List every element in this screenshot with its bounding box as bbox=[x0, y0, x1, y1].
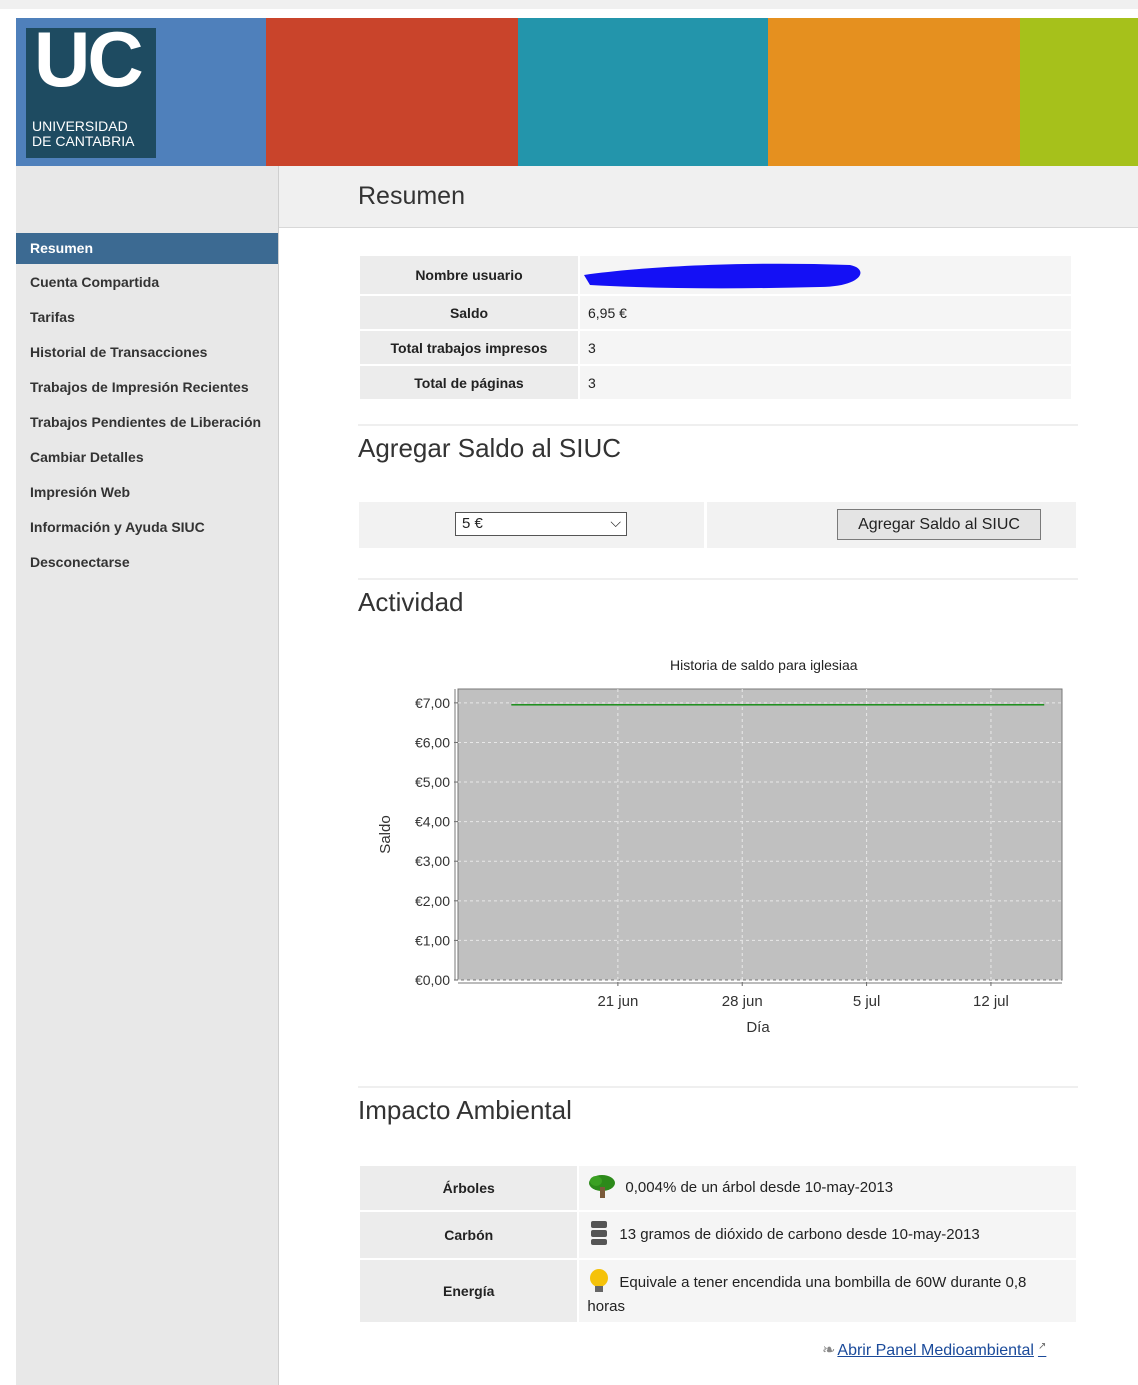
x-tick-label: 28 jun bbox=[722, 993, 763, 1010]
carbon-icon bbox=[587, 1220, 611, 1250]
add-balance-heading: Agregar Saldo al SIUC bbox=[358, 433, 622, 463]
open-environment-panel-label: Abrir Panel Medioambiental bbox=[837, 1342, 1034, 1359]
table-row: Nombre usuario bbox=[360, 256, 1071, 294]
table-row: Energía Equivale a tener encendida una b… bbox=[360, 1260, 1076, 1322]
table-row: Árboles 0,004% de un árbol desde 10-may-… bbox=[360, 1166, 1076, 1210]
username-value bbox=[580, 256, 1071, 294]
y-tick-label: €4,00 bbox=[415, 814, 450, 830]
energy-value-cell: Equivale a tener encendida una bombilla … bbox=[579, 1260, 1076, 1322]
banner-red bbox=[266, 18, 518, 166]
energy-label: Energía bbox=[360, 1260, 578, 1322]
environment-heading: Impacto Ambiental bbox=[358, 1095, 572, 1125]
amount-select-value: 5 € bbox=[462, 515, 483, 532]
nav-trabajos-recientes[interactable]: Trabajos de Impresión Recientes bbox=[16, 371, 278, 404]
environment-table: Árboles 0,004% de un árbol desde 10-may-… bbox=[358, 1164, 1078, 1324]
top-strip bbox=[0, 0, 1138, 9]
logo-line-1: UNIVERSIDAD bbox=[32, 118, 128, 134]
balance-chart-svg: Historia de saldo para iglesiaa €0,00 €1,0… bbox=[377, 657, 1063, 1036]
sidebar: Resumen Cuenta Compartida Tarifas Histor… bbox=[16, 166, 279, 1385]
page-title: Resumen bbox=[358, 182, 465, 210]
nav-tarifas[interactable]: Tarifas bbox=[16, 301, 278, 334]
add-balance-row: 5 € ⌵ Agregar Saldo al SIUC bbox=[359, 502, 1076, 548]
chart-title: Historia de saldo para iglesiaa bbox=[670, 657, 858, 673]
nav-cambiar-detalles[interactable]: Cambiar Detalles bbox=[16, 441, 278, 474]
balance-value: 6,95 € bbox=[580, 296, 1071, 329]
header-banner: UC UNIVERSIDAD DE CANTABRIA bbox=[16, 15, 1138, 166]
external-link-icon: ↗ bbox=[1037, 1340, 1047, 1352]
university-logo[interactable]: UC UNIVERSIDAD DE CANTABRIA bbox=[26, 15, 156, 158]
redacted-scribble bbox=[584, 263, 861, 289]
banner-teal bbox=[518, 18, 768, 166]
x-tick-label: 21 jun bbox=[597, 993, 638, 1010]
nav-resumen[interactable]: Resumen bbox=[16, 233, 278, 264]
logo-line-2: DE CANTABRIA bbox=[32, 133, 135, 149]
balance-chart: Historia de saldo para iglesiaa €0,00 €1,0… bbox=[358, 652, 1078, 1042]
summary-table: Nombre usuario Saldo 6,95 € Total trabaj… bbox=[358, 254, 1073, 401]
x-tick-label: 5 jul bbox=[853, 993, 881, 1010]
y-tick-label: €2,00 bbox=[415, 893, 450, 909]
trees-label: Árboles bbox=[360, 1166, 578, 1210]
energy-value: Equivale a tener encendida una bombilla … bbox=[587, 1273, 1027, 1315]
total-pages-label: Total de páginas bbox=[360, 366, 578, 399]
open-environment-panel-link[interactable]: ❧ Abrir Panel Medioambiental ↗ bbox=[822, 1340, 1046, 1360]
plot-area bbox=[457, 688, 1063, 981]
tree-icon bbox=[587, 1173, 617, 1203]
nav-informacion-ayuda[interactable]: Información y Ayuda SIUC bbox=[16, 511, 278, 544]
leaf-icon: ❧ bbox=[822, 1342, 836, 1359]
carbon-label: Carbón bbox=[360, 1212, 578, 1258]
trees-value: 0,004% de un árbol desde 10-may-2013 bbox=[625, 1178, 894, 1196]
total-jobs-value: 3 bbox=[580, 331, 1071, 364]
divider bbox=[358, 424, 1078, 426]
table-row: Total trabajos impresos 3 bbox=[360, 331, 1071, 364]
y-tick-label: €7,00 bbox=[415, 695, 450, 711]
carbon-value-cell: 13 gramos de dióxido de carbono desde 10… bbox=[579, 1212, 1076, 1258]
title-bar: Resumen bbox=[279, 166, 1138, 228]
button-cell: Agregar Saldo al SIUC bbox=[707, 502, 1076, 548]
bulb-icon bbox=[587, 1268, 611, 1298]
y-tick-label: €5,00 bbox=[415, 774, 450, 790]
add-balance-button[interactable]: Agregar Saldo al SIUC bbox=[837, 509, 1041, 540]
logo-text: UNIVERSIDAD DE CANTABRIA bbox=[32, 119, 134, 149]
nav-trabajos-pendientes[interactable]: Trabajos Pendientes de Liberación bbox=[16, 406, 278, 439]
activity-heading: Actividad bbox=[358, 587, 464, 617]
chevron-down-icon: ⌵ bbox=[610, 514, 621, 530]
table-row: Carbón 13 gramos de dióxido de carbono d… bbox=[360, 1212, 1076, 1258]
y-axis-label: Saldo bbox=[377, 815, 394, 853]
banner-logo-block: UC UNIVERSIDAD DE CANTABRIA bbox=[16, 15, 266, 166]
y-tick-label: €1,00 bbox=[415, 932, 450, 948]
y-tick-label: €6,00 bbox=[415, 734, 450, 750]
y-tick-label: €0,00 bbox=[415, 972, 450, 988]
nav-historial-transacciones[interactable]: Historial de Transacciones bbox=[16, 336, 278, 369]
divider bbox=[358, 578, 1078, 580]
username-label: Nombre usuario bbox=[360, 256, 578, 294]
total-jobs-label: Total trabajos impresos bbox=[360, 331, 578, 364]
carbon-value: 13 gramos de dióxido de carbono desde 10… bbox=[619, 1225, 980, 1243]
logo-mark: UC bbox=[34, 15, 144, 103]
total-pages-value: 3 bbox=[580, 366, 1071, 399]
table-row: Total de páginas 3 bbox=[360, 366, 1071, 399]
amount-select[interactable]: 5 € ⌵ bbox=[455, 512, 627, 536]
nav-desconectarse[interactable]: Desconectarse bbox=[16, 546, 278, 579]
nav-impresion-web[interactable]: Impresión Web bbox=[16, 476, 278, 509]
table-row: Saldo 6,95 € bbox=[360, 296, 1071, 329]
sidebar-nav: Resumen Cuenta Compartida Tarifas Histor… bbox=[16, 233, 278, 579]
nav-cuenta-compartida[interactable]: Cuenta Compartida bbox=[16, 266, 278, 299]
balance-label: Saldo bbox=[360, 296, 578, 329]
x-axis-label: Día bbox=[746, 1019, 770, 1036]
x-tick-label: 12 jul bbox=[973, 993, 1009, 1010]
banner-orange bbox=[768, 18, 1020, 166]
y-tick-label: €3,00 bbox=[415, 853, 450, 869]
amount-cell: 5 € ⌵ bbox=[359, 502, 704, 548]
trees-value-cell: 0,004% de un árbol desde 10-may-2013 bbox=[579, 1166, 1076, 1210]
divider bbox=[358, 1086, 1078, 1088]
banner-green bbox=[1020, 18, 1138, 166]
